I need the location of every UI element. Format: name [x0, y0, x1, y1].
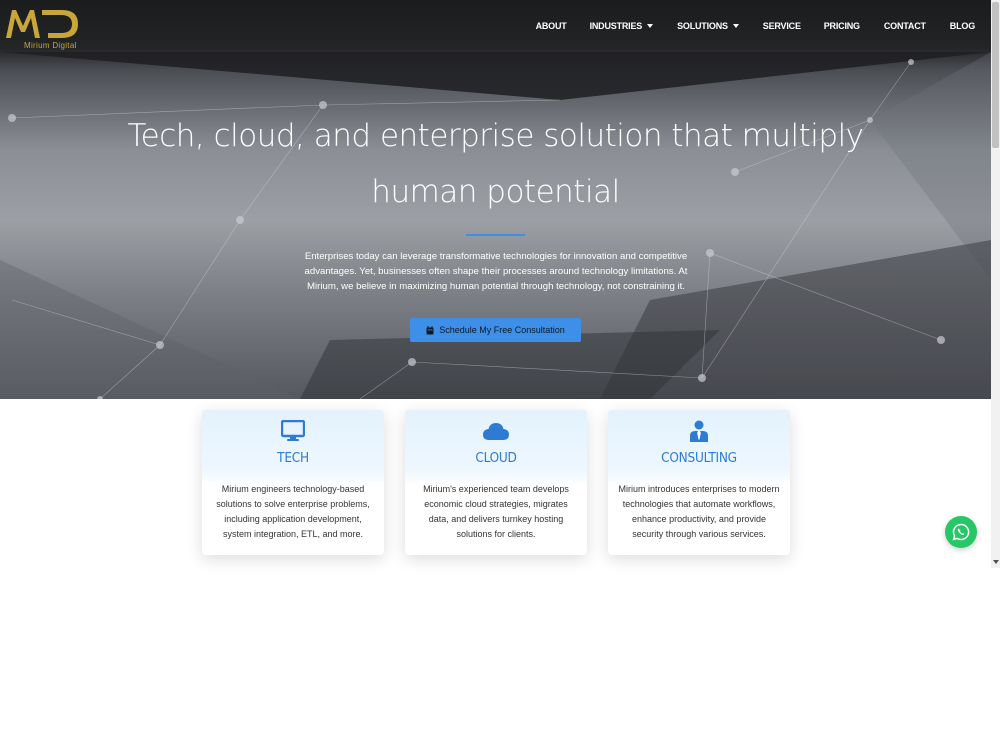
monitor-icon	[281, 420, 305, 441]
top-navbar: Mirium Digital ABOUT INDUSTRIES SOLUTION…	[0, 0, 991, 52]
service-card-cloud[interactable]: CLOUD Mirium's experienced team develops…	[405, 410, 587, 555]
card-description: Mirium's experienced team develops econo…	[423, 484, 569, 539]
user-tie-icon	[690, 420, 708, 442]
nav-blog[interactable]: BLOG	[950, 19, 975, 33]
nav-solutions[interactable]: SOLUTIONS	[677, 19, 739, 33]
hero-paragraph: Enterprises today can leverage transform…	[304, 251, 688, 292]
hero-divider	[466, 234, 525, 236]
card-title: TECH	[277, 450, 309, 466]
schedule-consultation-button[interactable]: Schedule My Free Consultation	[410, 318, 581, 342]
hero-title-line-1: Tech, cloud, and enterprise solution tha…	[127, 118, 864, 154]
cta-label: Schedule My Free Consultation	[439, 325, 565, 335]
chevron-down-icon	[732, 24, 739, 28]
whatsapp-icon	[952, 523, 970, 541]
scrollbar-thumb[interactable]	[992, 2, 999, 148]
nav-service[interactable]: SERVICE	[763, 19, 801, 33]
nav-contact[interactable]: CONTACT	[884, 19, 926, 33]
cloud-icon	[483, 423, 509, 440]
service-card-tech[interactable]: TECH Mirium engineers technology-based s…	[202, 410, 384, 555]
nav-about[interactable]: ABOUT	[536, 19, 567, 33]
card-description: Mirium engineers technology-based soluti…	[216, 484, 370, 539]
logo-tagline: Mirium Digital	[24, 41, 77, 50]
md-logo-icon	[6, 10, 78, 38]
service-card-consulting[interactable]: CONSULTING Mirium introduces enterprises…	[608, 410, 790, 555]
page-scrollbar[interactable]	[991, 0, 1000, 568]
nav-industries[interactable]: INDUSTRIES	[590, 19, 654, 33]
site-logo[interactable]: Mirium Digital	[4, 6, 80, 50]
card-title: CLOUD	[475, 450, 517, 466]
whatsapp-chat-button[interactable]	[945, 516, 977, 548]
hero-section: Mirium Digital ABOUT INDUSTRIES SOLUTION…	[0, 0, 991, 399]
calendar-icon	[426, 325, 434, 334]
card-title: CONSULTING	[661, 450, 737, 466]
chevron-down-icon	[647, 24, 654, 28]
card-description: Mirium introduces enterprises to modern …	[618, 484, 780, 539]
nav-pricing[interactable]: PRICING	[824, 19, 860, 33]
main-nav: ABOUT INDUSTRIES SOLUTIONS SERVICE PRICI…	[536, 19, 976, 33]
scroll-down-arrow[interactable]	[992, 557, 999, 566]
hero-title-line-2: human potential	[371, 174, 620, 210]
